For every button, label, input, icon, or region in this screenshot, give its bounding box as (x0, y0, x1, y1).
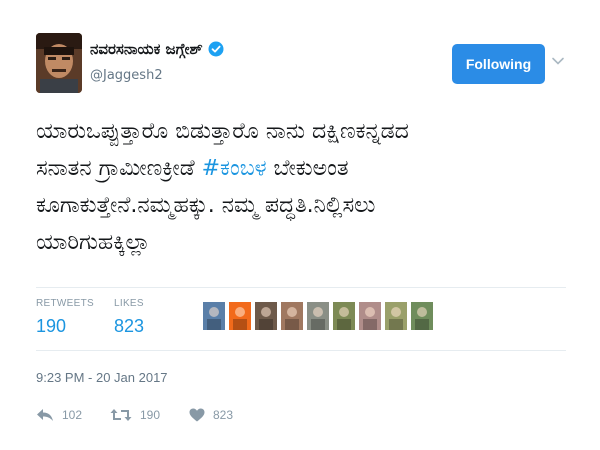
liker-avatar[interactable] (359, 302, 381, 330)
liker-avatar[interactable] (203, 302, 225, 330)
user-handle[interactable]: @Jaggesh2 (90, 68, 163, 83)
divider (36, 350, 566, 351)
avatar[interactable] (36, 33, 82, 93)
tweet-text-segment: ಸನಾತನ ಗ್ರಾಮೀಣಕ್ರೀಡೆ (36, 156, 202, 181)
liker-avatar[interactable] (281, 302, 303, 330)
like-count: 823 (213, 408, 234, 422)
retweet-action[interactable]: 190 (110, 408, 160, 422)
profile-photo-icon (36, 33, 82, 93)
retweet-count: 190 (140, 408, 161, 422)
reply-icon (37, 409, 53, 421)
liker-avatar[interactable] (333, 302, 355, 330)
reply-action[interactable]: 102 (36, 408, 82, 422)
tweet-text-segment: ಬೇಕುಅಂತ (266, 156, 349, 181)
tweet-card: ನವರಸನಾಯಕ ಜಗ್ಗೇಶ್ @Jaggesh2 Following ಯಾರ… (0, 0, 600, 450)
liker-avatar[interactable] (229, 302, 251, 330)
liker-avatars (203, 302, 433, 330)
chevron-down-icon[interactable] (551, 54, 565, 68)
following-button[interactable]: Following (452, 44, 545, 84)
tweet-text-line-4: ಯಾರಿಗುಹಕ್ಕಿಲ್ಲಾ (36, 230, 151, 255)
liker-avatar[interactable] (411, 302, 433, 330)
reply-count: 102 (62, 408, 83, 422)
display-name-row[interactable]: ನವರಸನಾಯಕ ಜಗ್ಗೇಶ್ (90, 40, 224, 58)
retweets-label: RETWEETS (36, 298, 94, 309)
tweet-text-line-1: ಯಾರುಒಪ್ಪುತ್ತಾರೊ ಬಿಡುತ್ತಾರೊ ನಾನು ದಕ್ಷಿಣಕನ… (36, 119, 409, 144)
likes-count[interactable]: 823 (114, 316, 144, 337)
heart-icon (189, 408, 205, 422)
divider (36, 287, 566, 288)
verified-badge-icon (208, 41, 224, 57)
liker-avatar[interactable] (255, 302, 277, 330)
hashtag-link[interactable]: #ಕಂಬಳ (202, 156, 267, 181)
display-name[interactable]: ನವರಸನಾಯಕ ಜಗ್ಗೇಶ್ (90, 40, 203, 58)
tweet-text: ಯಾರುಒಪ್ಪುತ್ತಾರೊ ಬಿಡುತ್ತಾರೊ ನಾನು ದಕ್ಷಿಣಕನ… (36, 113, 576, 261)
tweet-text-line-2: ಸನಾತನ ಗ್ರಾಮೀಣಕ್ರೀಡೆ #ಕಂಬಳ ಬೇಕುಅಂತ (36, 150, 576, 187)
retweets-count[interactable]: 190 (36, 316, 66, 337)
tweet-timestamp[interactable]: 9:23 PM - 20 Jan 2017 (36, 370, 168, 385)
liker-avatar[interactable] (385, 302, 407, 330)
like-action[interactable]: 823 (189, 408, 233, 422)
liker-avatar[interactable] (307, 302, 329, 330)
retweet-icon (110, 409, 132, 421)
tweet-text-line-3: ಕೂಗಾಕುತ್ತೇನೆ.ನಮ್ಮಹಕ್ಕು. ನಮ್ಮ ಪದ್ಧತಿ.ನಿಲ್… (36, 193, 376, 218)
likes-label: LIKES (114, 298, 144, 309)
